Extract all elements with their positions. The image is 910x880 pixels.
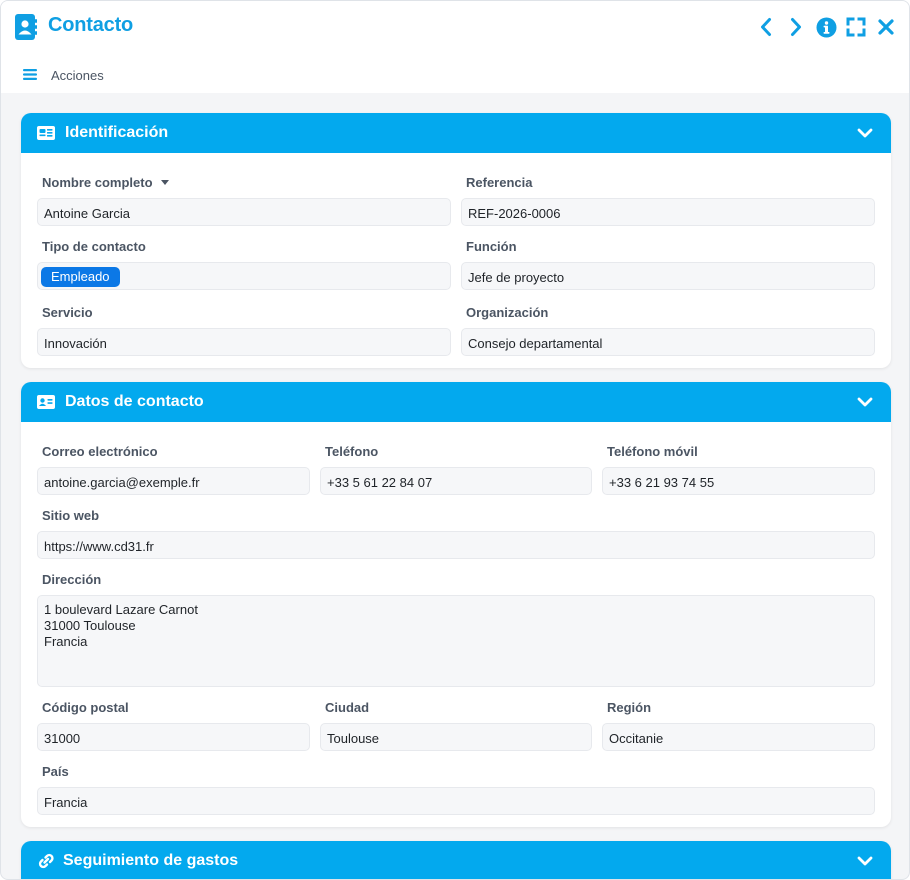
contact-details-panel-header[interactable]: Datos de contacto	[21, 382, 891, 422]
expand-icon	[846, 17, 866, 37]
website-input[interactable]: https://www.cd31.fr	[37, 531, 875, 559]
info-button[interactable]	[815, 16, 837, 38]
expenses-panel: Seguimiento de gastos	[21, 841, 891, 879]
actions-menu[interactable]: Acciones	[51, 68, 104, 83]
mobile-label: Teléfono móvil	[607, 444, 698, 459]
phone-label: Teléfono	[325, 444, 379, 459]
chevron-right-icon	[791, 18, 801, 36]
country-label: País	[42, 764, 69, 779]
contact-type-label: Tipo de contacto	[42, 239, 146, 254]
contact-type-input[interactable]: Empleado	[37, 262, 451, 290]
close-button[interactable]	[875, 16, 897, 38]
chevron-down-icon	[857, 856, 873, 866]
city-input[interactable]: Toulouse	[320, 723, 592, 751]
postal-code-label: Código postal	[42, 700, 129, 715]
country-input[interactable]: Francia	[37, 787, 875, 815]
hamburger-icon[interactable]	[23, 69, 37, 80]
postal-code-input[interactable]: 31000	[37, 723, 310, 751]
identification-panel-title: Identificación	[65, 124, 169, 141]
function-label: Función	[466, 239, 517, 254]
contact-window: Contacto Acciones Identificación Nombre …	[0, 0, 910, 880]
caret-down-icon[interactable]	[160, 180, 169, 185]
identification-panel-header[interactable]: Identificación	[21, 113, 891, 153]
email-input[interactable]: antoine.garcia@exemple.fr	[37, 467, 310, 495]
contact-card-icon	[37, 395, 55, 409]
chevron-left-icon	[761, 18, 771, 36]
chevron-down-icon	[857, 128, 873, 138]
city-label: Ciudad	[325, 700, 370, 715]
contact-details-panel-title: Datos de contacto	[65, 393, 204, 410]
window-title: Contacto	[48, 14, 134, 36]
link-icon	[38, 853, 54, 869]
reference-label: Referencia	[466, 175, 533, 190]
organization-input[interactable]: Consejo departamental	[461, 328, 875, 356]
function-input[interactable]: Jefe de proyecto	[461, 262, 875, 290]
maximize-button[interactable]	[845, 16, 867, 38]
expenses-panel-title: Seguimiento de gastos	[63, 852, 239, 869]
chevron-down-icon	[857, 397, 873, 407]
expenses-panel-header[interactable]: Seguimiento de gastos	[21, 841, 891, 879]
service-input[interactable]: Innovación	[37, 328, 451, 356]
email-label: Correo electrónico	[42, 444, 158, 459]
full-name-input[interactable]: Antoine Garcia	[37, 198, 451, 226]
close-icon	[878, 19, 894, 35]
address-label: Dirección	[42, 572, 102, 587]
organization-label: Organización	[466, 305, 549, 320]
contact-details-panel: Datos de contacto Correo electrónico ant…	[21, 382, 891, 827]
reference-input[interactable]: REF-2026-0006	[461, 198, 875, 226]
region-input[interactable]: Occitanie	[602, 723, 875, 751]
previous-button[interactable]	[755, 16, 777, 38]
action-bar: Acciones	[1, 53, 909, 93]
title-bar: Contacto	[1, 1, 909, 53]
full-name-label: Nombre completo	[42, 175, 153, 190]
address-textarea[interactable]: 1 boulevard Lazare Carnot 31000 Toulouse…	[37, 595, 875, 687]
address-book-icon	[15, 14, 37, 40]
info-icon	[816, 17, 836, 37]
mobile-input[interactable]: +33 6 21 93 74 55	[602, 467, 875, 495]
region-label: Región	[607, 700, 652, 715]
identification-panel: Identificación Nombre completo Antoine G…	[21, 113, 891, 368]
next-button[interactable]	[785, 16, 807, 38]
phone-input[interactable]: +33 5 61 22 84 07	[320, 467, 592, 495]
website-label: Sitio web	[42, 508, 100, 523]
service-label: Servicio	[42, 305, 93, 320]
contact-type-tag[interactable]: Empleado	[41, 267, 120, 287]
id-card-icon	[37, 126, 55, 140]
window-controls	[755, 15, 897, 39]
